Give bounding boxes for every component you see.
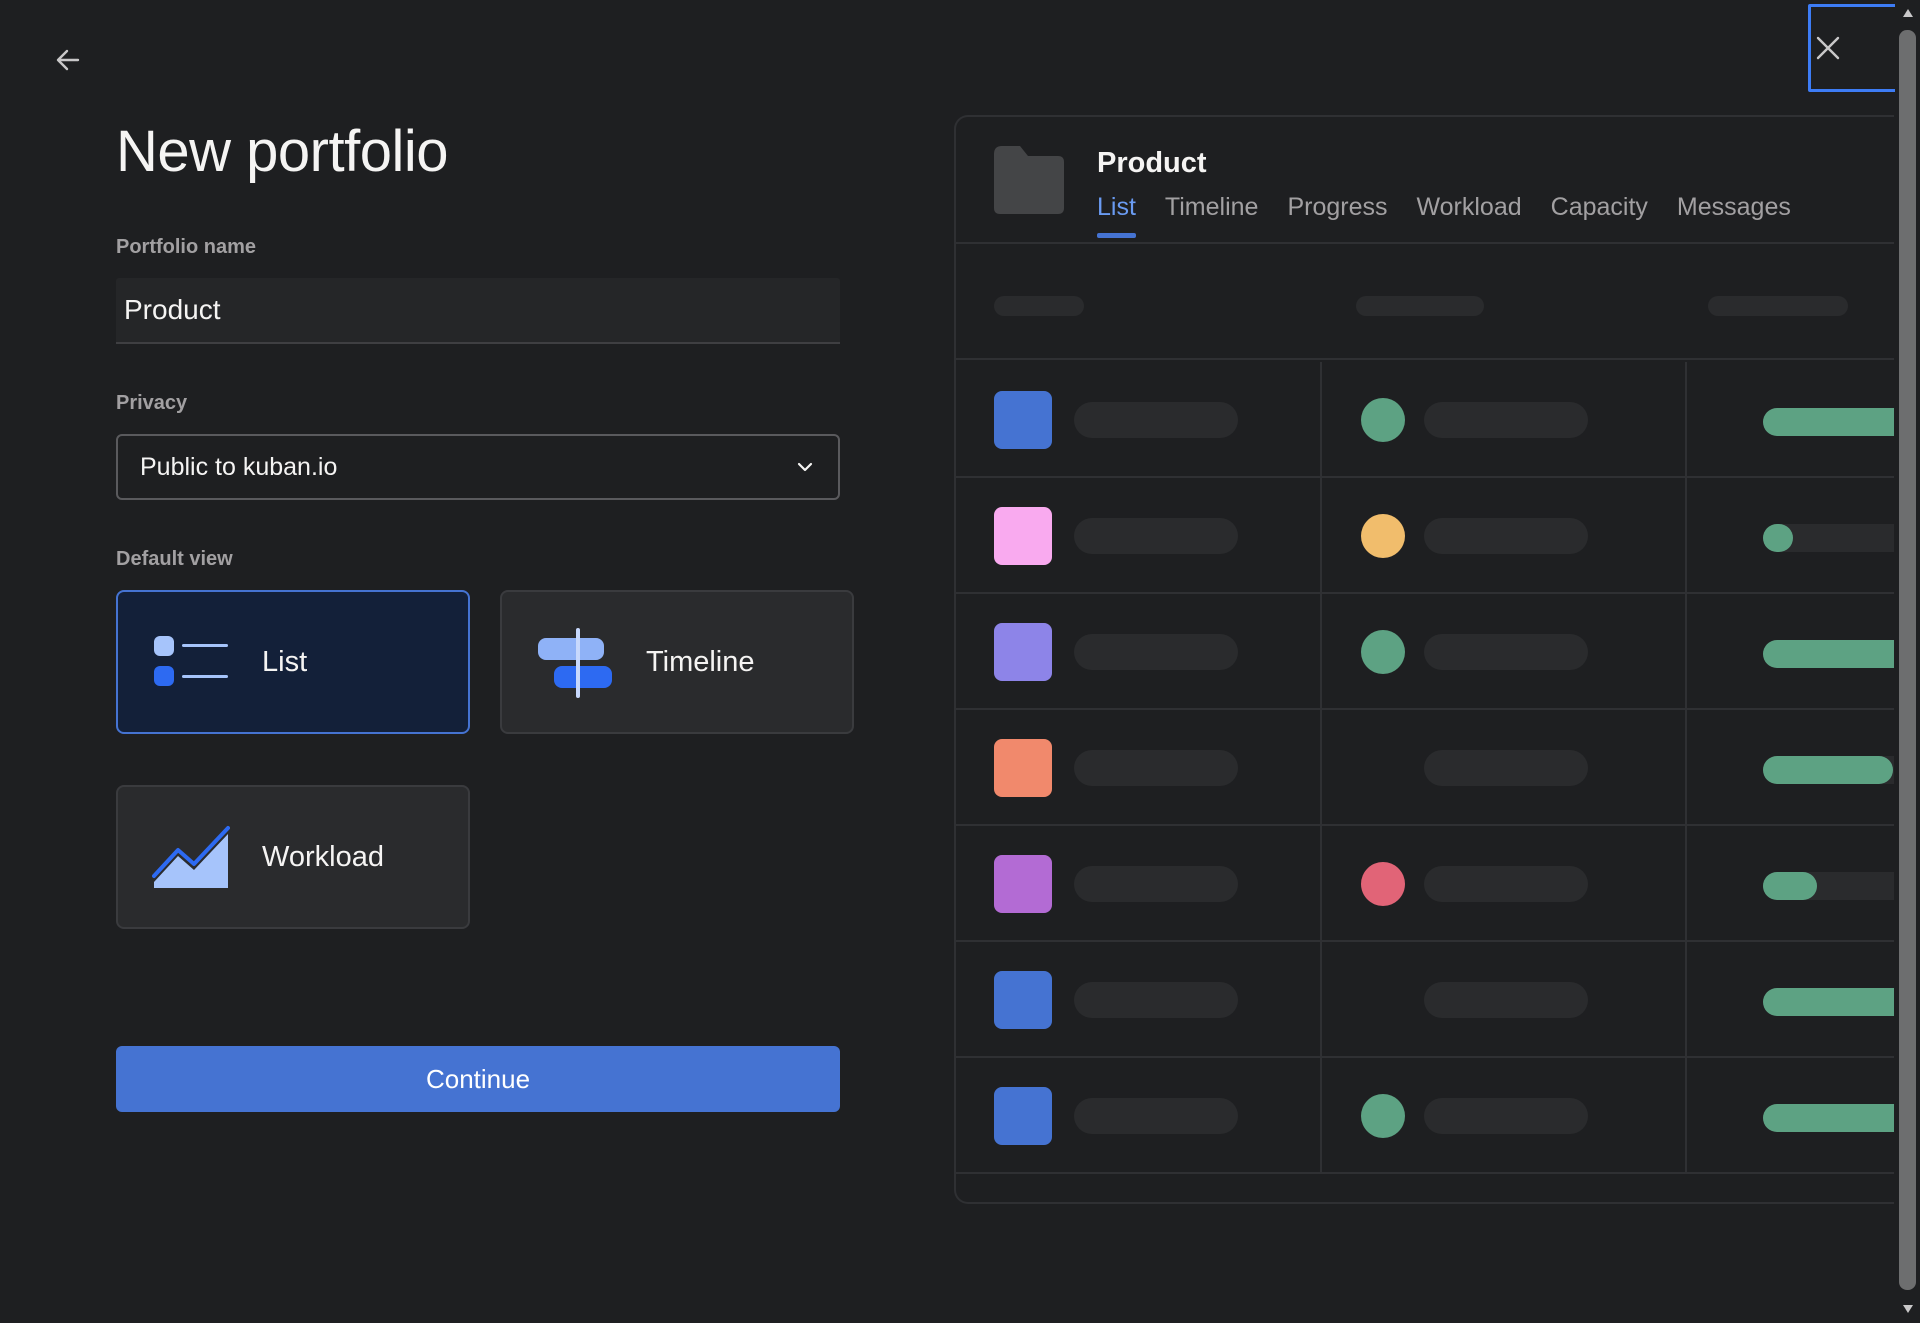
progress-bar-fill: [1763, 872, 1817, 900]
list-icon: [152, 626, 230, 698]
text-placeholder: [1424, 634, 1588, 670]
text-placeholder: [1074, 518, 1238, 554]
tab-workload: Workload: [1416, 193, 1522, 221]
column-divider: [1685, 710, 1687, 824]
view-option-label: Workload: [262, 840, 384, 873]
portfolio-preview: Product List Timeline Progress Workload …: [954, 115, 1894, 1204]
column-placeholder: [1356, 296, 1484, 316]
project-color-swatch: [994, 623, 1052, 681]
privacy-select[interactable]: Public to kuban.io: [116, 434, 840, 500]
column-divider: [1685, 942, 1687, 1056]
project-color-swatch: [994, 507, 1052, 565]
preview-tabs: List Timeline Progress Workload Capacity…: [1097, 193, 1820, 238]
text-placeholder: [1424, 982, 1588, 1018]
preview-row: [956, 362, 1894, 478]
project-color-swatch: [994, 739, 1052, 797]
column-divider: [1320, 942, 1322, 1056]
column-placeholder: [994, 296, 1084, 316]
column-divider: [1320, 594, 1322, 708]
project-color-swatch: [994, 391, 1052, 449]
status-dot: [1361, 514, 1405, 558]
tab-messages: Messages: [1676, 193, 1791, 221]
default-view-label: Default view: [116, 548, 233, 570]
text-placeholder: [1074, 1098, 1238, 1134]
chevron-down-icon: [797, 462, 813, 472]
view-option-timeline[interactable]: Timeline: [500, 590, 854, 734]
continue-button[interactable]: Continue: [116, 1046, 840, 1112]
scroll-down-icon[interactable]: [1899, 1302, 1916, 1316]
portfolio-name-input[interactable]: [116, 278, 840, 344]
preview-row: [956, 1058, 1894, 1174]
column-divider: [1685, 362, 1687, 476]
scroll-up-icon[interactable]: [1899, 6, 1916, 20]
column-divider: [1685, 826, 1687, 940]
portfolio-name-label: Portfolio name: [116, 236, 257, 258]
text-placeholder: [1424, 1098, 1588, 1134]
progress-bar-fill: [1763, 988, 1894, 1016]
preview-title: Product: [1097, 147, 1207, 179]
project-color-swatch: [994, 855, 1052, 913]
timeline-icon: [536, 626, 614, 698]
tab-progress: Progress: [1287, 193, 1388, 221]
tab-capacity: Capacity: [1550, 193, 1648, 221]
column-divider: [1320, 362, 1322, 476]
page-title: New portfolio: [116, 119, 448, 184]
text-placeholder: [1424, 402, 1588, 438]
status-dot: [1361, 630, 1405, 674]
preview-row: [956, 826, 1894, 942]
view-option-label: Timeline: [646, 645, 755, 678]
progress-bar-fill: [1763, 524, 1793, 552]
text-placeholder: [1424, 866, 1588, 902]
column-divider: [1320, 710, 1322, 824]
text-placeholder: [1074, 750, 1238, 786]
progress-bar-fill: [1763, 1104, 1894, 1132]
folder-icon: [992, 144, 1066, 216]
close-icon: [1816, 36, 1840, 60]
project-color-swatch: [994, 971, 1052, 1029]
column-divider: [1685, 1058, 1687, 1172]
status-dot: [1361, 1094, 1405, 1138]
progress-bar-fill: [1763, 756, 1893, 784]
preview-header: Product List Timeline Progress Workload …: [956, 117, 1894, 244]
text-placeholder: [1074, 866, 1238, 902]
tab-timeline: Timeline: [1164, 193, 1259, 221]
arrow-left-icon: [56, 49, 80, 71]
privacy-value: Public to kuban.io: [140, 452, 338, 481]
column-placeholder: [1708, 296, 1848, 316]
scrollbar-thumb[interactable]: [1899, 30, 1916, 1290]
text-placeholder: [1424, 518, 1588, 554]
text-placeholder: [1074, 634, 1238, 670]
status-dot: [1361, 398, 1405, 442]
preview-row: [956, 478, 1894, 594]
preview-row: [956, 710, 1894, 826]
column-divider: [1685, 478, 1687, 592]
privacy-label: Privacy: [116, 392, 188, 414]
view-option-label: List: [262, 645, 308, 678]
back-button[interactable]: [48, 40, 88, 80]
column-divider: [1685, 594, 1687, 708]
text-placeholder: [1424, 750, 1588, 786]
column-divider: [1320, 1058, 1322, 1172]
view-option-workload[interactable]: Workload: [116, 785, 470, 929]
text-placeholder: [1074, 402, 1238, 438]
project-color-swatch: [994, 1087, 1052, 1145]
view-option-list[interactable]: List: [116, 590, 470, 734]
preview-row: [956, 942, 1894, 1058]
progress-bar-fill: [1763, 640, 1894, 668]
column-divider: [1320, 478, 1322, 592]
preview-row: [956, 594, 1894, 710]
preview-column-header: [956, 244, 1894, 360]
column-divider: [1320, 826, 1322, 940]
workload-icon: [152, 821, 230, 893]
progress-bar-fill: [1763, 408, 1894, 436]
tab-list: List: [1097, 193, 1136, 238]
text-placeholder: [1074, 982, 1238, 1018]
status-dot: [1361, 862, 1405, 906]
